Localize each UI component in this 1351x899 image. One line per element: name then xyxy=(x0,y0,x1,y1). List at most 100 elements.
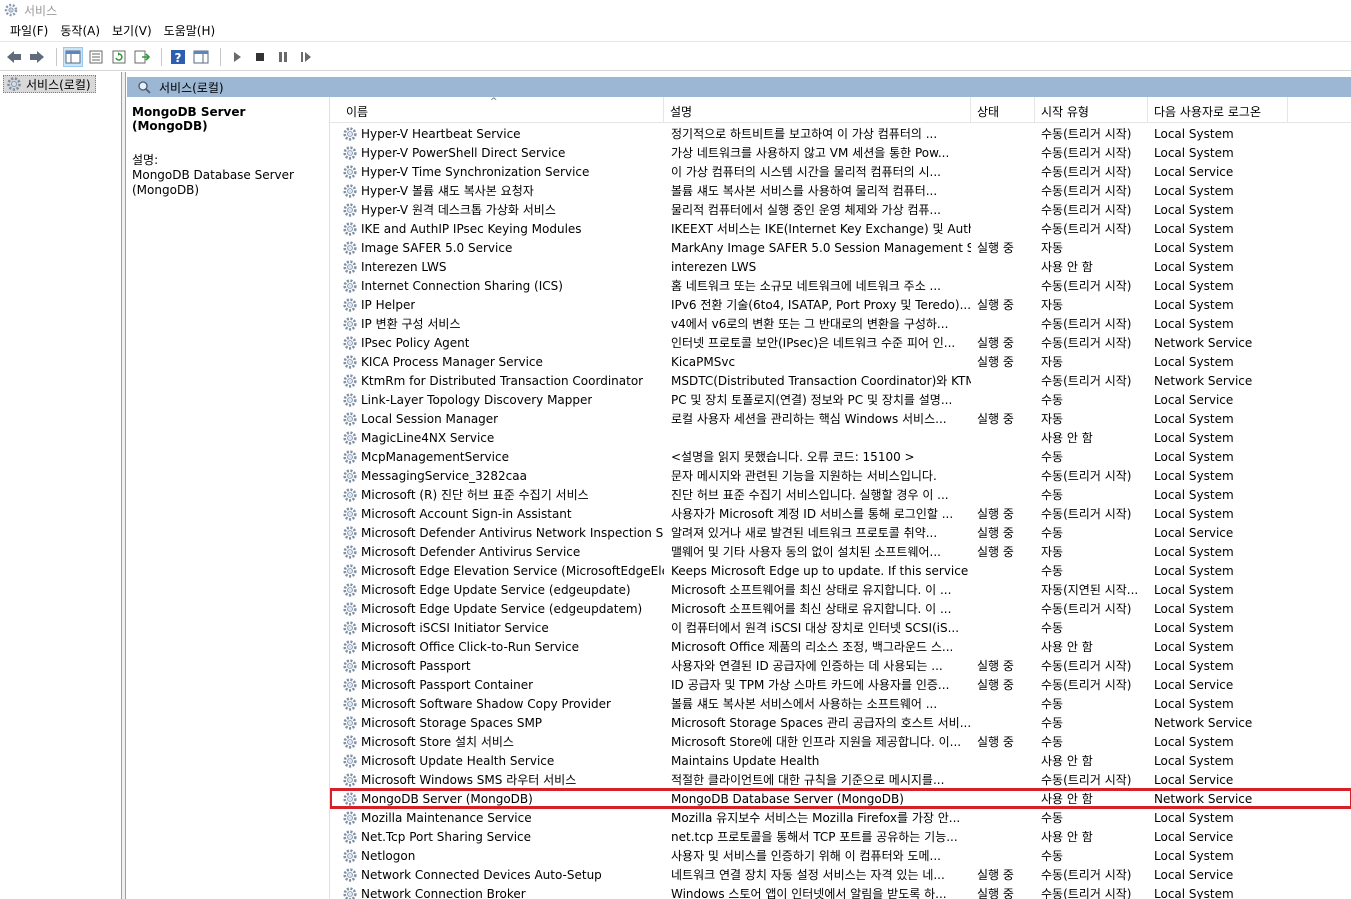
table-row[interactable]: Microsoft Edge Update Service (edgeupdat… xyxy=(330,599,1351,618)
table-row[interactable]: IKE and AuthIP IPsec Keying Modules IKEEX… xyxy=(330,219,1351,238)
table-row[interactable]: Internet Connection Sharing (ICS) 홈 네트워크 … xyxy=(330,276,1351,295)
refresh-button[interactable] xyxy=(109,47,129,67)
service-log-on-as: Local System xyxy=(1154,278,1234,293)
service-description: 사용자가 Microsoft 계정 ID 서비스를 통해 로그인할 ... xyxy=(671,507,954,521)
service-startup-type: 수동 xyxy=(1041,488,1064,502)
table-row[interactable]: Microsoft Update Health Service Maintains… xyxy=(330,751,1351,770)
table-row[interactable]: Link-Layer Topology Discovery Mapper PC 및… xyxy=(330,390,1351,409)
table-row[interactable]: Microsoft (R) 진단 허브 표준 수집기 서비스 진단 허브 표준 수… xyxy=(330,485,1351,504)
table-row[interactable]: Interezen LWS interezen LWS 사용 안 함 Local Sy… xyxy=(330,257,1351,276)
table-row[interactable]: Network Connected Devices Auto-Setup 네트워크… xyxy=(330,865,1351,884)
table-row[interactable]: Microsoft iSCSI Initiator Service 이 컴퓨터에서… xyxy=(330,618,1351,637)
table-row[interactable]: IP Helper IPv6 전환 기술(6to4, ISATAP, Port P… xyxy=(330,295,1351,314)
service-name-text: IKE and AuthIP IPsec Keying Modules xyxy=(361,221,582,236)
table-row[interactable]: MagicLine4NX Service 사용 안 함 Local System xyxy=(330,428,1351,447)
table-row[interactable]: IP 변환 구성 서비스 v4에서 v6로의 변환 또는 그 반대로의 변환을 구… xyxy=(330,314,1351,333)
service-startup-type: 사용 안 함 xyxy=(1041,830,1093,844)
table-row[interactable]: Microsoft Account Sign-in Assistant 사용자가 … xyxy=(330,504,1351,523)
table-row[interactable]: Hyper-V Time Synchronization Service 이 가상… xyxy=(330,162,1351,181)
table-row[interactable]: Microsoft Defender Antivirus Service 맬웨어 … xyxy=(330,542,1351,561)
forward-button[interactable] xyxy=(27,47,47,67)
table-row[interactable]: Microsoft Windows SMS 라우터 서비스 적절한 클라이언트에 … xyxy=(330,770,1351,789)
table-row[interactable]: McpManagementService <설명을 읽지 못했습니다. 오류 코드… xyxy=(330,447,1351,466)
restart-service-button[interactable] xyxy=(296,47,316,67)
table-row[interactable]: Hyper-V 볼륨 섀도 복사본 요청자 볼륨 섀도 복사본 서비스를 사용하여… xyxy=(330,181,1351,200)
service-status: 실행 중 xyxy=(977,241,1014,255)
table-row[interactable]: Microsoft Edge Update Service (edgeupdat… xyxy=(330,580,1351,599)
service-name-text: Microsoft Defender Antivirus Service xyxy=(361,544,581,559)
column-header-name[interactable]: ^ 이름 xyxy=(330,97,664,123)
service-name: Network Connection Broker xyxy=(330,886,664,899)
table-row[interactable]: Mozilla Maintenance Service Mozilla 유지보수 … xyxy=(330,808,1351,827)
service-description: Microsoft 소프트웨어를 최신 상태로 유지합니다. 이 ... xyxy=(671,583,952,597)
service-description: 가상 네트워크를 사용하지 않고 VM 세션을 통한 Pow... xyxy=(671,146,950,160)
help-button[interactable]: ? xyxy=(168,47,188,67)
service-name-text: Microsoft Account Sign-in Assistant xyxy=(361,506,572,521)
pause-service-icon xyxy=(279,51,287,62)
service-name: Link-Layer Topology Discovery Mapper xyxy=(330,392,664,408)
export-list-button[interactable] xyxy=(132,47,152,67)
pane-splitter[interactable] xyxy=(122,72,126,899)
service-log-on-as: Local System xyxy=(1154,240,1234,255)
service-name-text: Hyper-V Heartbeat Service xyxy=(361,126,521,141)
show-hide-console-tree-button[interactable] xyxy=(63,46,83,67)
service-startup-type: 수동(트리거 시작) xyxy=(1041,203,1132,217)
table-row[interactable]: Microsoft Storage Spaces SMP Microsoft St… xyxy=(330,713,1351,732)
menu-file[interactable]: 파일(F) xyxy=(6,22,56,39)
table-row[interactable]: Microsoft Office Click-to-Run Service Mic… xyxy=(330,637,1351,656)
service-gear-icon xyxy=(343,639,357,654)
services-list: ^ 이름 설명 상태 시작 유형 다음 사용자로 로그온 Hyper-V Hea… xyxy=(329,97,1351,899)
service-gear-icon xyxy=(343,373,357,388)
table-row[interactable]: Hyper-V 원격 데스크톱 가상화 서비스 물리적 컴퓨터에서 실행 중인 운… xyxy=(330,200,1351,219)
table-row[interactable]: Microsoft Software Shadow Copy Provider 볼… xyxy=(330,694,1351,713)
table-row[interactable]: Hyper-V Heartbeat Service 정기적으로 하트비트를 보고하… xyxy=(330,124,1351,143)
menu-action[interactable]: 동작(A) xyxy=(56,22,108,39)
table-row[interactable]: Netlogon 사용자 및 서비스를 인증하기 위해 이 컴퓨터와 도메... 수… xyxy=(330,846,1351,865)
service-startup-type: 사용 안 함 xyxy=(1041,431,1093,445)
service-name-text: Net.Tcp Port Sharing Service xyxy=(361,829,532,844)
table-row[interactable]: Local Session Manager 로컬 사용자 세션을 관리하는 핵심 … xyxy=(330,409,1351,428)
back-button[interactable] xyxy=(4,47,24,67)
menu-help[interactable]: 도움말(H) xyxy=(160,22,224,39)
service-gear-icon xyxy=(343,430,357,445)
service-name-text: Local Session Manager xyxy=(361,411,499,426)
table-row[interactable]: KtmRm for Distributed Transaction Coordi… xyxy=(330,371,1351,390)
table-row[interactable]: Microsoft Passport 사용자와 연결된 ID 공급자에 인증하는 … xyxy=(330,656,1351,675)
table-row[interactable]: Microsoft Edge Elevation Service (Micros… xyxy=(330,561,1351,580)
tree-item-services-local[interactable]: 서비스(로컬) xyxy=(3,75,96,93)
table-row[interactable]: Microsoft Store 설치 서비스 Microsoft Store에 대… xyxy=(330,732,1351,751)
pause-service-button[interactable] xyxy=(273,47,293,67)
table-row[interactable]: MessagingService_3282caa 문자 메시지와 관련된 기능을 … xyxy=(330,466,1351,485)
start-service-button[interactable] xyxy=(227,47,247,67)
service-name-text: IP 변환 구성 서비스 xyxy=(361,317,461,331)
service-name: Microsoft Office Click-to-Run Service xyxy=(330,639,664,655)
table-row[interactable]: Image SAFER 5.0 Service MarkAny Image SAF… xyxy=(330,238,1351,257)
service-name-text: Hyper-V PowerShell Direct Service xyxy=(361,145,566,160)
service-name-text: Microsoft iSCSI Initiator Service xyxy=(361,620,549,635)
service-gear-icon xyxy=(343,525,357,540)
column-header-status[interactable]: 상태 xyxy=(971,97,1035,123)
table-row[interactable]: Microsoft Defender Antivirus Network Ins… xyxy=(330,523,1351,542)
service-startup-type: 수동 xyxy=(1041,716,1064,730)
service-description: 물리적 컴퓨터에서 실행 중인 운영 체제와 가상 컴퓨... xyxy=(671,203,941,217)
service-status: 실행 중 xyxy=(977,545,1014,559)
menu-view[interactable]: 보기(V) xyxy=(108,22,160,39)
service-log-on-as: Local System xyxy=(1154,563,1234,578)
stop-service-button[interactable] xyxy=(250,47,270,67)
table-row[interactable]: IPsec Policy Agent 인터넷 프로토콜 보안(IPsec)은 네트… xyxy=(330,333,1351,352)
show-hide-action-pane-button[interactable] xyxy=(191,47,211,67)
service-startup-type: 자동 xyxy=(1041,298,1064,312)
table-row[interactable]: Network Connection Broker Windows 스토어 앱이 … xyxy=(330,884,1351,899)
column-header-log-on-as[interactable]: 다음 사용자로 로그온 xyxy=(1148,97,1288,123)
table-row[interactable]: KICA Process Manager Service KicaPMSvc 실행 … xyxy=(330,352,1351,371)
service-name-text: Microsoft Passport Container xyxy=(361,677,534,692)
properties-button[interactable] xyxy=(86,47,106,67)
column-header-startup-type[interactable]: 시작 유형 xyxy=(1035,97,1148,123)
column-header-description[interactable]: 설명 xyxy=(664,97,971,123)
table-row[interactable]: Net.Tcp Port Sharing Service net.tcp 프로토콜… xyxy=(330,827,1351,846)
service-name: IPsec Policy Agent xyxy=(330,335,664,351)
table-row[interactable]: Hyper-V PowerShell Direct Service 가상 네트워크… xyxy=(330,143,1351,162)
forward-icon xyxy=(30,50,44,63)
table-row-highlighted[interactable]: MongoDB Server (MongoDB) MongoDB Database… xyxy=(330,788,1351,809)
table-row[interactable]: Microsoft Passport Container ID 공급자 및 TPM… xyxy=(330,675,1351,694)
